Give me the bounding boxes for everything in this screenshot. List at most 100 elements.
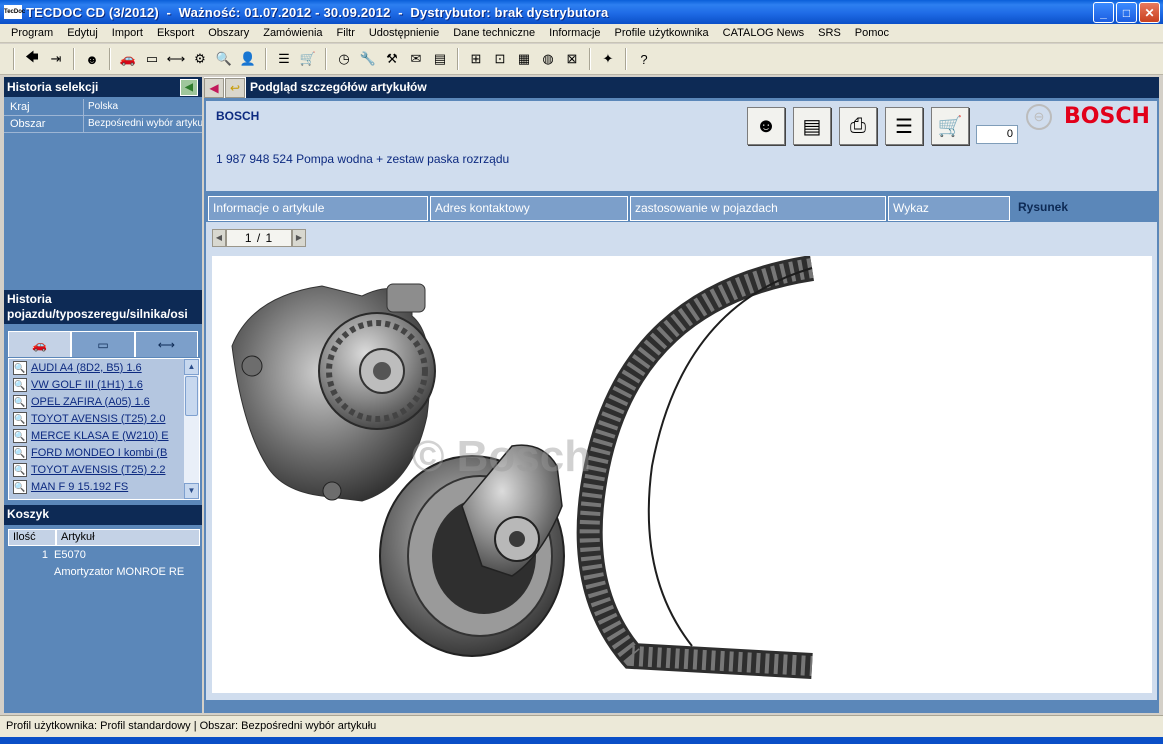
- cart-button[interactable]: 🛒: [298, 49, 318, 69]
- next-page-icon[interactable]: ▶: [292, 229, 306, 247]
- clock-button[interactable]: ◷: [334, 49, 354, 69]
- back-icon[interactable]: ◀: [204, 77, 224, 98]
- help-button[interactable]: ?: [634, 49, 654, 69]
- search-person-button[interactable]: 👤: [238, 49, 258, 69]
- tab-vehicle-usage[interactable]: zastosowanie w pojazdach: [630, 196, 886, 221]
- list-item[interactable]: 🔍 OPEL ZAFIRA (A05) 1.6: [9, 393, 199, 410]
- add-to-cart-button[interactable]: 🛒: [931, 107, 969, 145]
- list-item[interactable]: 🔍 AUDI A4 (8D2, B5) 1.6: [9, 359, 199, 376]
- search-person-icon: 👤: [239, 51, 257, 66]
- maximize-button[interactable]: □: [1116, 2, 1137, 23]
- back-arrow-button[interactable]: 🡄: [22, 49, 42, 69]
- vehicle-link[interactable]: MERCE KLASA E (W210) E: [31, 430, 181, 442]
- vehicle-link[interactable]: VW GOLF III (1H1) 1.6: [31, 379, 181, 391]
- menu-share[interactable]: Udostępnienie: [362, 27, 446, 39]
- scroll-up-icon[interactable]: ▲: [184, 359, 199, 375]
- car-button[interactable]: 🚗: [118, 49, 138, 69]
- quantity-input[interactable]: 0: [976, 125, 1018, 144]
- toolbar: 🡄 ⇥ ☻ 🚗 ▭ ⟷ ⚙ 🔍 👤 ☰ 🛒 ◷ 🔧 ⚒ ✉ ▤ ⊞ ⊡ ▦ ◍ ⊠ ✦?: [0, 44, 1163, 75]
- tab-axles[interactable]: ▭: [71, 331, 135, 357]
- menu-filter[interactable]: Filtr: [330, 27, 362, 39]
- truck-axle-button[interactable]: ⟷: [166, 49, 186, 69]
- selection-history-title: Historia selekcji: [7, 80, 99, 94]
- prev-page-icon[interactable]: ◀: [212, 229, 226, 247]
- list-item[interactable]: 🔍 TOYOT AVENSIS (T25) 2.0: [9, 410, 199, 427]
- puzzle-button[interactable]: ⊠: [562, 49, 582, 69]
- list-export-button[interactable]: ▤: [793, 107, 831, 145]
- search-icon[interactable]: 🔍: [13, 462, 27, 477]
- table-row-description[interactable]: Amortyzator MONROE RE: [8, 566, 200, 578]
- minimize-button[interactable]: _: [1093, 2, 1114, 23]
- menu-program[interactable]: Program: [4, 27, 60, 39]
- table-row[interactable]: 1 E5070: [8, 549, 200, 561]
- tab-truck-axles[interactable]: ⟷: [134, 331, 198, 357]
- new-button[interactable]: ✦: [598, 49, 618, 69]
- cart-article: E5070: [54, 549, 86, 561]
- scroll-down-icon[interactable]: ▼: [184, 483, 199, 499]
- vehicle-link[interactable]: OPEL ZAFIRA (A05) 1.6: [31, 396, 181, 408]
- list-item[interactable]: 🔍 MAN F 9 15.192 FS: [9, 478, 199, 495]
- tab-cars[interactable]: 🚗: [8, 331, 72, 357]
- cart-col-qty[interactable]: Ilość: [8, 529, 56, 546]
- tab-contact-address[interactable]: Adres kontaktowy: [430, 196, 628, 221]
- chart-button[interactable]: ▦: [514, 49, 534, 69]
- menu-catalog-news[interactable]: CATALOG News: [716, 27, 812, 39]
- vehicle-list-scrollbar[interactable]: ▲ ▼: [183, 359, 199, 499]
- network-button[interactable]: ⊞: [466, 49, 486, 69]
- menu-technical-data[interactable]: Dane techniczne: [446, 27, 542, 39]
- cart-title: Koszyk: [7, 507, 50, 521]
- wrench-button[interactable]: 🔧: [358, 49, 378, 69]
- book-button[interactable]: ▤: [430, 49, 450, 69]
- search-icon[interactable]: 🔍: [13, 479, 27, 494]
- vehicle-link[interactable]: TOYOT AVENSIS (T25) 2.2: [31, 464, 181, 476]
- menu-help[interactable]: Pomoc: [848, 27, 896, 39]
- vehicle-link[interactable]: FORD MONDEO I kombi (B: [31, 447, 181, 459]
- search-button[interactable]: 🔍: [214, 49, 234, 69]
- menu-areas[interactable]: Obszary: [201, 27, 256, 39]
- search-icon[interactable]: 🔍: [13, 394, 27, 409]
- list-item[interactable]: 🔍 FORD MONDEO I kombi (B: [9, 444, 199, 461]
- vehicle-link[interactable]: TOYOT AVENSIS (T25) 2.0: [31, 413, 181, 425]
- article-tabs: Informacje o artykule Adres kontaktowy z…: [208, 196, 1134, 221]
- list-button[interactable]: ☰: [274, 49, 294, 69]
- print-button[interactable]: ⎙: [839, 107, 877, 145]
- info-person-button[interactable]: ☻: [747, 107, 785, 145]
- tab-list[interactable]: Wykaz: [888, 196, 1010, 221]
- menu-information[interactable]: Informacje: [542, 27, 607, 39]
- list-button[interactable]: ☰: [885, 107, 923, 145]
- menu-user-profiles[interactable]: Profile użytkownika: [608, 27, 716, 39]
- list-item[interactable]: 🔍 VW GOLF III (1H1) 1.6: [9, 376, 199, 393]
- user-button[interactable]: ☻: [82, 49, 102, 69]
- globe-button[interactable]: ◍: [538, 49, 558, 69]
- scroll-thumb[interactable]: [185, 376, 198, 416]
- cart-col-article[interactable]: Artykuł: [56, 529, 200, 546]
- search-icon[interactable]: 🔍: [13, 411, 27, 426]
- list-item[interactable]: 🔍 MERCE KLASA E (W210) E: [9, 427, 199, 444]
- search-icon[interactable]: 🔍: [13, 445, 27, 460]
- menu-export[interactable]: Eksport: [150, 27, 201, 39]
- tools-button[interactable]: ⚒: [382, 49, 402, 69]
- forward-icon[interactable]: ↩: [225, 77, 245, 98]
- exit-button[interactable]: ⇥: [46, 49, 66, 69]
- diagram-button[interactable]: ⊡: [490, 49, 510, 69]
- list-item[interactable]: 🔍 TOYOT AVENSIS (T25) 2.2: [9, 461, 199, 478]
- menu-edit[interactable]: Edytuj: [60, 27, 105, 39]
- search-icon[interactable]: 🔍: [13, 377, 27, 392]
- tab-article-info[interactable]: Informacje o artykule: [208, 196, 428, 221]
- menu-srs[interactable]: SRS: [811, 27, 848, 39]
- close-button[interactable]: ✕: [1139, 2, 1160, 23]
- axle-button[interactable]: ▭: [142, 49, 162, 69]
- vehicle-link[interactable]: AUDI A4 (8D2, B5) 1.6: [31, 362, 181, 374]
- vehicle-history-title-line1: Historia: [7, 292, 52, 306]
- tab-drawing[interactable]: Rysunek: [1012, 196, 1132, 221]
- toolbar-separator: [457, 48, 459, 70]
- car-icon: 🚗: [32, 337, 48, 352]
- search-icon[interactable]: 🔍: [13, 360, 27, 375]
- mail-button[interactable]: ✉: [406, 49, 426, 69]
- search-icon[interactable]: 🔍: [13, 428, 27, 443]
- menu-orders[interactable]: Zamówienia: [256, 27, 329, 39]
- menu-import[interactable]: Import: [105, 27, 150, 39]
- collapse-left-icon[interactable]: ◀: [180, 78, 198, 96]
- vehicle-link[interactable]: MAN F 9 15.192 FS: [31, 481, 181, 493]
- engine-button[interactable]: ⚙: [190, 49, 210, 69]
